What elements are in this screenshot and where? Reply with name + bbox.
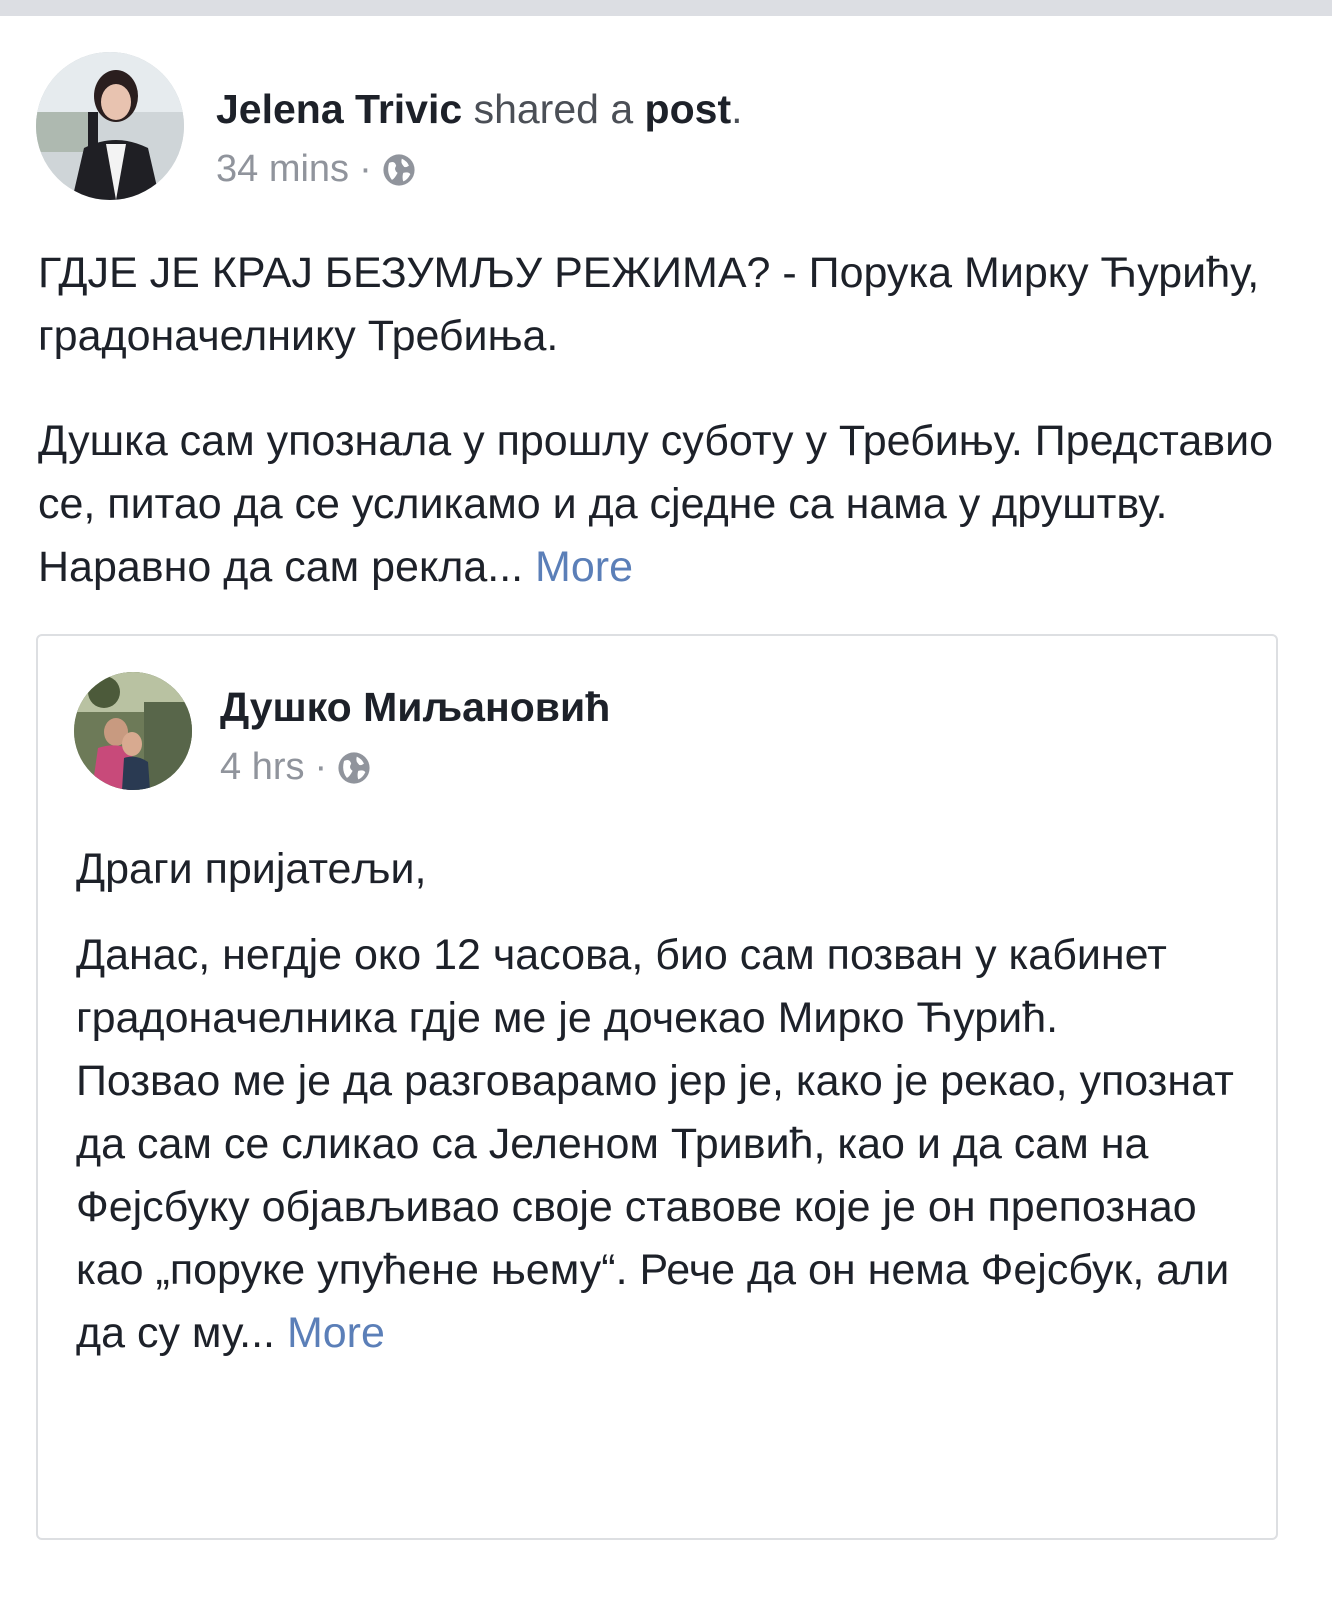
more-link[interactable]: More (535, 543, 633, 591)
avatar[interactable] (36, 52, 184, 200)
shared-separator: · (314, 746, 328, 788)
post-paragraph-2: Душка сам упознала у прошлу суботу у Тре… (38, 417, 1274, 591)
author-name[interactable]: Jelena Trivic (216, 86, 462, 132)
separator: · (359, 148, 372, 190)
shared-body-block: Данас, негдје око 12 часова, био сам поз… (76, 924, 1246, 1365)
shared-post-meta: 4 hrs · (220, 746, 371, 789)
shared-avatar[interactable] (74, 672, 192, 790)
shared-body-1: Данас, негдје око 12 часова, био сам поз… (76, 931, 1167, 1042)
shared-greeting: Драги пријатељи, (76, 845, 427, 893)
shared-author-name[interactable]: Душко Миљановић (220, 684, 610, 730)
author-line: Jelena Trivic shared a post. (216, 84, 743, 134)
shared-timestamp[interactable]: 4 hrs (220, 746, 304, 789)
post-header: Jelena Trivic shared a post. 34 mins · (36, 52, 1276, 202)
post-link[interactable]: post (645, 86, 732, 132)
shared-avatar-photo-icon (74, 672, 192, 790)
globe-icon[interactable] (382, 153, 416, 187)
post-paragraph-1: ГДЈЕ ЈЕ КРАЈ БЕЗУМЉУ РЕЖИМА? - Порука Ми… (38, 249, 1260, 360)
feed-post: Jelena Trivic shared a post. 34 mins · Г… (0, 16, 1332, 1600)
action-text: shared a (473, 86, 634, 132)
post-text: ГДЈЕ ЈЕ КРАЈ БЕЗУМЉУ РЕЖИМА? - Порука Ми… (38, 242, 1288, 368)
timestamp[interactable]: 34 mins (216, 148, 349, 191)
avatar-photo-icon (36, 52, 184, 200)
shared-post-card[interactable]: Душко Миљановић 4 hrs · Драги пријатељи,… (36, 634, 1278, 1540)
post-meta: 34 mins · (216, 148, 416, 191)
shared-body-2: Позвао ме је да разговарамо јер је, како… (76, 1057, 1234, 1357)
post-text-2: Душка сам упознала у прошлу суботу у Тре… (38, 410, 1288, 599)
period: . (731, 86, 743, 132)
globe-icon[interactable] (337, 751, 371, 785)
top-divider (0, 0, 1332, 16)
shared-greeting-block: Драги пријатељи, (76, 838, 1246, 901)
shared-more-link[interactable]: More (287, 1309, 385, 1357)
shared-author-line: Душко Миљановић (220, 682, 610, 732)
